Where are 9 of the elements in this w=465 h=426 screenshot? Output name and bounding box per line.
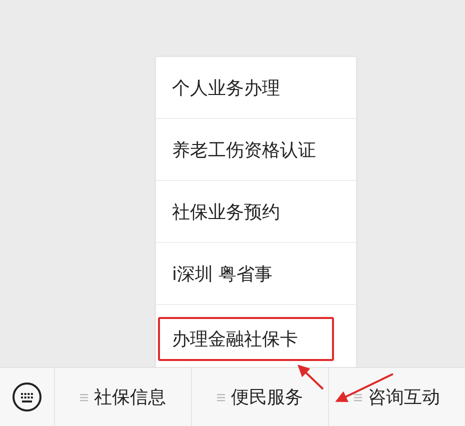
menu-item[interactable]: 办理金融社保卡 — [158, 317, 334, 361]
keyboard-icon[interactable] — [12, 382, 42, 412]
menu-tab[interactable]: 社保信息 — [55, 368, 192, 426]
menu-lines-icon — [354, 392, 362, 402]
menu-lines-icon — [217, 392, 225, 402]
menu-tab[interactable]: 咨询互动 — [329, 368, 465, 426]
menu-tab[interactable]: 便民服务 — [192, 368, 329, 426]
arrow — [298, 364, 324, 390]
menu-lines-icon — [80, 392, 88, 402]
